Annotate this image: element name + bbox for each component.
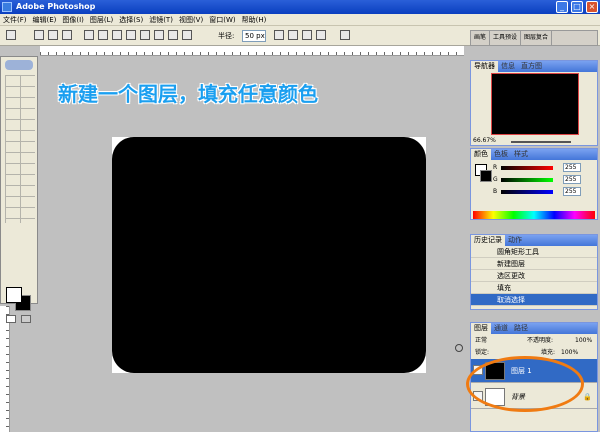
photoshop-app-icon [2,2,12,12]
opacity-value[interactable]: 100% [575,336,592,345]
new-shape-layer-icon[interactable] [34,30,44,40]
vertical-ruler [0,306,10,432]
menu-bar: 文件(F) 编辑(E) 图像(I) 图层(L) 选择(S) 滤镜(T) 视图(V) 窗口(W)… [0,14,600,26]
well-tab-brushes[interactable]: 画笔 [471,31,491,45]
history-item-selected[interactable]: 取消选择 [471,294,597,306]
g-slider[interactable] [501,178,553,182]
b-label: B [493,188,498,195]
ellipse-icon[interactable] [140,30,150,40]
close-button[interactable]: × [586,1,598,13]
well-tab-tool-presets[interactable]: 工具预设 [490,31,522,45]
tab-swatches[interactable]: 色板 [491,149,511,160]
r-label: R [493,164,498,171]
opacity-label: 不透明度: [527,337,554,344]
annotation-caption: 新建一个图层，填充任意颜色 [58,82,318,106]
custom-shape-icon[interactable] [182,30,192,40]
minimize-button[interactable]: _ [556,1,568,13]
tab-history[interactable]: 历史记录 [471,235,505,246]
radius-label: 半径: [218,32,235,40]
menu-select[interactable]: 选择(S) [116,14,146,26]
navigator-panel: 导航器 信息 直方图 66.67% [470,60,598,146]
radius-input[interactable]: 50 px [242,30,266,42]
maximize-button[interactable]: □ [571,1,583,13]
layers-tabs: 图层 通道 路径 [471,323,597,334]
color-ramp[interactable] [473,211,595,219]
color-tabs: 颜色 色板 样式 [471,149,597,160]
polygon-icon[interactable] [154,30,164,40]
navigator-tabs: 导航器 信息 直方图 [471,61,597,72]
tab-navigator[interactable]: 导航器 [471,61,498,72]
menu-image[interactable]: 图像(I) [59,14,87,26]
history-item[interactable]: 选区更改 [471,270,597,282]
tab-paths[interactable]: 路径 [511,323,531,334]
document-canvas[interactable] [112,137,426,373]
palette-well: 画笔 工具预设 图层复合 [470,30,598,46]
paths-icon[interactable] [48,30,58,40]
exclude-mode-icon[interactable] [316,30,326,40]
menu-filter[interactable]: 滤镜(T) [146,14,176,26]
navigator-preview[interactable] [491,73,579,135]
title-bar: Adobe Photoshop [0,0,600,14]
g-value[interactable]: 255 [563,175,581,184]
b-value[interactable]: 255 [563,187,581,196]
tool-preset-icon[interactable] [6,30,16,40]
menu-window[interactable]: 窗口(W) [206,14,238,26]
color-bg-swatch[interactable] [480,170,492,182]
history-item[interactable]: 填充 [471,282,597,294]
tab-histogram[interactable]: 直方图 [518,61,545,72]
blend-mode-select[interactable]: 正常 [475,336,487,345]
menu-layer[interactable]: 图层(L) [87,14,116,26]
freeform-pen-icon[interactable] [98,30,108,40]
pen-tool-icon[interactable] [84,30,94,40]
crosshair-cursor-icon [455,344,463,352]
fill-pixels-icon[interactable] [62,30,72,40]
tab-layers[interactable]: 图层 [471,323,491,334]
foreground-color-swatch[interactable] [6,287,22,303]
horizontal-ruler [40,46,464,56]
menu-edit[interactable]: 编辑(E) [30,14,60,26]
toolbox-logo-icon [5,60,33,70]
tool-buttons-grid[interactable] [5,75,35,223]
line-icon[interactable] [168,30,178,40]
tab-styles[interactable]: 样式 [511,149,531,160]
fill-label: 填充: [541,349,556,356]
window-title: Adobe Photoshop [16,2,96,11]
filled-rounded-rectangle [112,137,426,373]
tab-info[interactable]: 信息 [498,61,518,72]
zoom-slider[interactable] [511,141,571,143]
r-slider[interactable] [501,166,553,170]
lock-icon: 🔒 [583,393,592,401]
lock-label: 锁定: [475,349,490,356]
menu-help[interactable]: 帮助(H) [239,14,270,26]
history-tabs: 历史记录 动作 [471,235,597,246]
color-panel: 颜色 色板 样式 R 255 G 255 B 255 [470,148,598,220]
highlight-ellipse [466,356,584,412]
rounded-rectangle-icon[interactable] [126,30,136,40]
history-item[interactable]: 圆角矩形工具 [471,246,597,258]
history-panel: 历史记录 动作 圆角矩形工具 新建图层 选区更改 填充 取消选择 [470,234,598,310]
history-item[interactable]: 新建图层 [471,258,597,270]
standard-mode-icon[interactable] [6,315,16,323]
b-slider[interactable] [501,190,553,194]
well-tab-layer-comps[interactable]: 图层复合 [521,31,553,45]
tab-color[interactable]: 颜色 [471,149,491,160]
rectangle-icon[interactable] [112,30,122,40]
add-mode-icon[interactable] [274,30,284,40]
tab-channels[interactable]: 通道 [491,323,511,334]
tab-actions[interactable]: 动作 [505,235,525,246]
quick-mask-icon[interactable] [21,315,31,323]
menu-view[interactable]: 视图(V) [176,14,206,26]
zoom-level[interactable]: 66.67% [473,136,496,146]
intersect-mode-icon[interactable] [302,30,312,40]
g-label: G [493,176,498,183]
menu-file[interactable]: 文件(F) [0,14,30,26]
style-swatch-icon[interactable] [340,30,350,40]
subtract-mode-icon[interactable] [288,30,298,40]
fill-value[interactable]: 100% [561,348,578,357]
r-value[interactable]: 255 [563,163,581,172]
toolbox [0,56,38,323]
